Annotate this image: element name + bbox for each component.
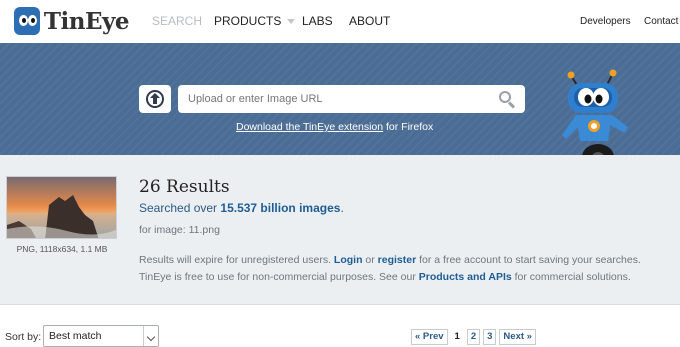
expire-text-1: Results will expire for unregistered use… xyxy=(139,254,334,266)
next-page-button[interactable]: Next » xyxy=(499,329,536,345)
searched-prefix: Searched over xyxy=(139,201,221,215)
expire-text-3: for a free account to start saving your … xyxy=(416,254,641,266)
results-panel: PNG, 1118x634, 1.1 MB 26 Results Searche… xyxy=(0,155,680,305)
tineye-logo[interactable]: TinEye xyxy=(14,5,130,37)
results-count-title: 26 Results xyxy=(139,177,230,197)
nav-labs[interactable]: LABS xyxy=(302,14,333,28)
searched-count: 15.537 billion images xyxy=(220,201,341,215)
expire-text-2: or xyxy=(362,254,378,266)
prev-page-button[interactable]: « Prev xyxy=(411,329,448,345)
nav-products-label: PRODUCTS xyxy=(214,14,282,28)
nav-about[interactable]: ABOUT xyxy=(349,14,390,28)
free-use-notice: TinEye is free to use for non-commercial… xyxy=(139,271,631,283)
query-filename: for image: 11.png xyxy=(139,224,220,236)
upload-arrow-icon xyxy=(146,90,164,108)
nav-contact[interactable]: Contact xyxy=(644,16,678,27)
query-image-thumbnail[interactable] xyxy=(6,176,117,239)
page-2[interactable]: 2 xyxy=(466,329,481,345)
chevron-down-icon xyxy=(143,326,158,346)
robot-face-icon xyxy=(14,7,40,35)
image-url-input[interactable] xyxy=(178,85,525,113)
chevron-down-icon xyxy=(287,19,296,25)
products-apis-link[interactable]: Products and APIs xyxy=(419,271,512,283)
top-nav: TinEye SEARCH PRODUCTS LABS ABOUT Develo… xyxy=(0,0,680,43)
extension-link[interactable]: Download the TinEye extension xyxy=(236,121,383,133)
sort-label: Sort by: xyxy=(5,331,42,343)
thumbnail-caption: PNG, 1118x634, 1.1 MB xyxy=(16,244,108,254)
searched-summary: Searched over 15.537 billion images. xyxy=(139,201,344,215)
free-text-2: for commercial solutions. xyxy=(511,271,631,283)
extension-suffix: for Firefox xyxy=(383,121,434,133)
nav-search[interactable]: SEARCH xyxy=(152,14,202,28)
searched-suffix: . xyxy=(340,201,344,215)
sort-select[interactable]: Best match xyxy=(43,325,159,347)
nav-products[interactable]: PRODUCTS xyxy=(214,14,296,28)
pagination: « Prev 1 2 3 Next » xyxy=(411,329,536,345)
search-icon[interactable] xyxy=(499,91,517,109)
logo-text: TinEye xyxy=(43,7,130,35)
page-1[interactable]: 1 xyxy=(450,329,464,345)
expire-notice: Results will expire for unregistered use… xyxy=(139,254,641,266)
login-link[interactable]: Login xyxy=(334,254,363,266)
sort-selected-value: Best match xyxy=(49,330,102,342)
free-text-1: TinEye is free to use for non-commercial… xyxy=(139,271,419,283)
page-3[interactable]: 3 xyxy=(483,329,497,345)
nav-developers[interactable]: Developers xyxy=(580,16,631,27)
upload-button[interactable] xyxy=(139,85,171,113)
register-link[interactable]: register xyxy=(378,254,417,266)
